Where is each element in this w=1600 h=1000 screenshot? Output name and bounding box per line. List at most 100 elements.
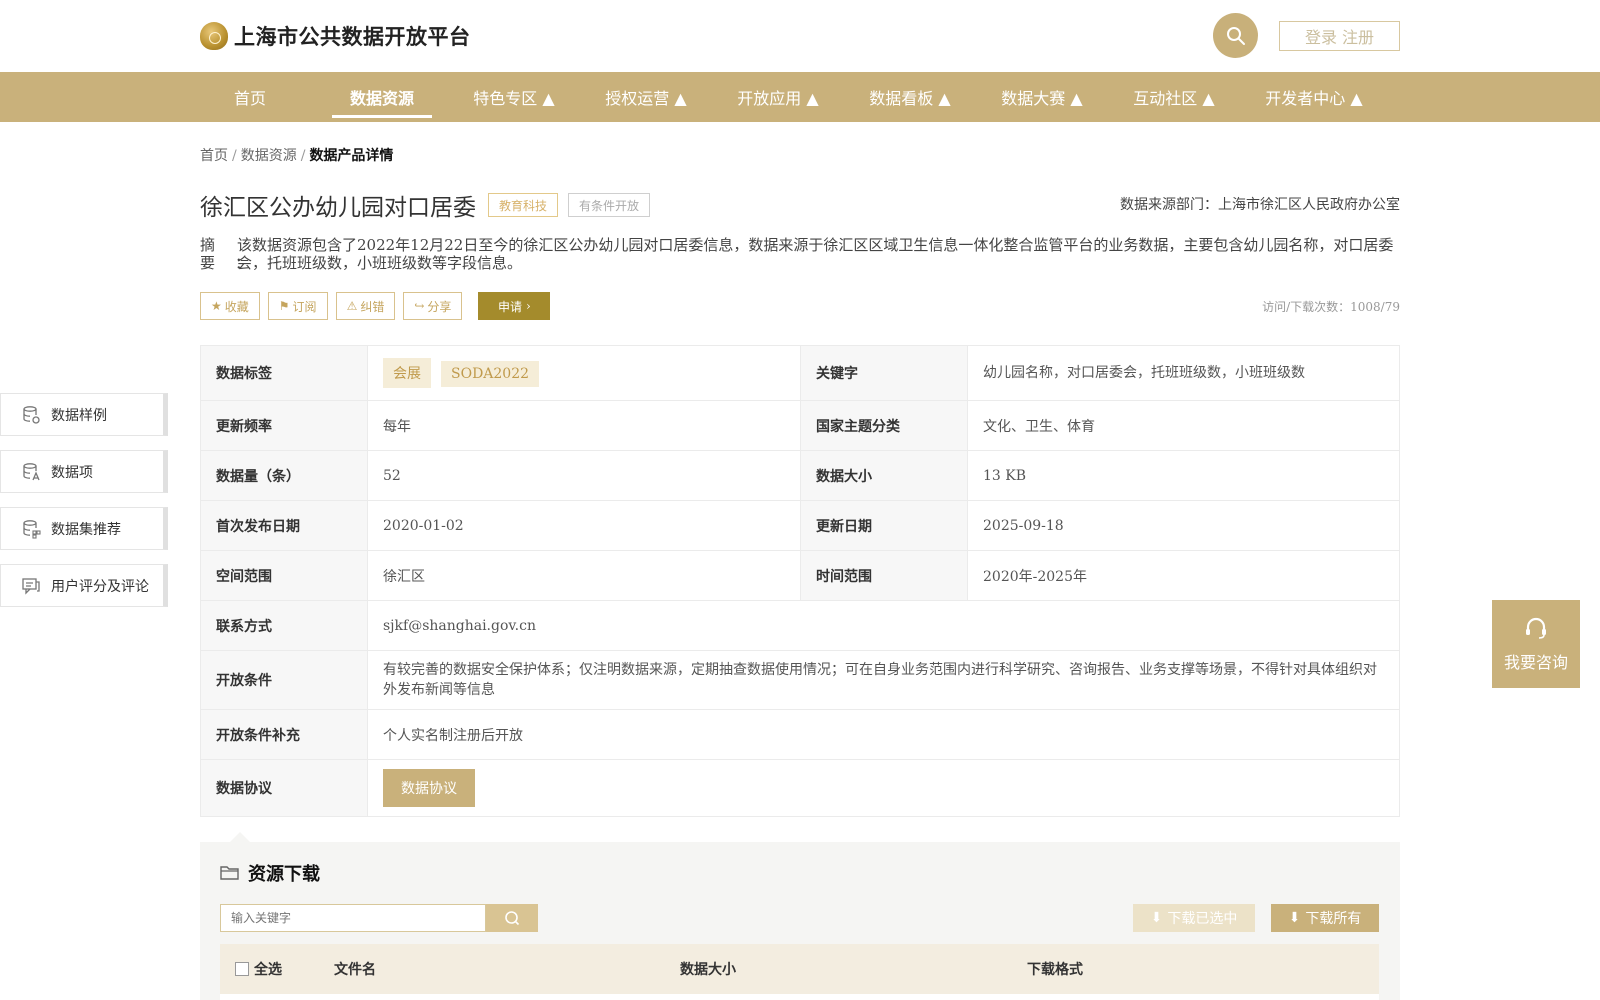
table-row: 空间范围 徐汇区 时间范围 2020年-2025年 (200, 550, 1400, 601)
table-row: 更新频率 每年 国家主题分类 文化、卫生、体育 (200, 400, 1400, 451)
visit-download-count: 访问/下载次数：1008/79 (1262, 300, 1400, 314)
breadcrumb-separator: / (300, 148, 306, 164)
database-icon (23, 405, 40, 424)
select-all-checkbox[interactable] (235, 962, 249, 976)
download-selected-label: 下载已选中 (1167, 911, 1238, 927)
site-logo[interactable]: 上海市公共数据开放平台 (200, 20, 471, 52)
share-label: 分享 (427, 299, 452, 314)
select-all-label: 全选 (254, 962, 282, 978)
consult-button[interactable]: 我要咨询 (1492, 600, 1580, 688)
logo-icon (200, 22, 228, 50)
keywords-value: 幼儿园名称，对口居委会，托班班级数，小班班级数 (967, 345, 1400, 401)
side-item-data-sample[interactable]: 数据样例 (0, 393, 168, 436)
comment-icon (22, 577, 40, 595)
nav-item-data-contest[interactable]: 数据大赛 ▲ (990, 72, 1094, 122)
nav-item-developer[interactable]: 开发者中心 ▲ (1254, 72, 1374, 122)
site-header: 上海市公共数据开放平台 登录 注册 (0, 0, 1600, 72)
frequency-label: 更新频率 (200, 400, 368, 451)
nav-item-data-dashboard[interactable]: 数据看板 ▲ (858, 72, 962, 122)
apply-label: 申请 (498, 299, 523, 314)
nav-item-open-apps[interactable]: 开放应用 ▲ (726, 72, 830, 122)
share-button[interactable]: ↪ 分享 (403, 292, 463, 320)
login-register-button[interactable]: 登录 注册 (1279, 21, 1400, 51)
main-nav: 首页 数据资源 特色专区 ▲ 授权运营 ▲ 开放应用 ▲ 数据看板 ▲ 数据大赛… (0, 72, 1600, 122)
chevron-right-icon: › (526, 299, 531, 313)
size-value: 13 KB (967, 450, 1400, 501)
table-row: 数据协议 数据协议 (200, 759, 1400, 817)
table-row: 数据标签 会展 SODA2022 关键字 幼儿园名称，对口居委会，托班班级数，小班… (200, 345, 1400, 401)
dataset-recommend-icon (23, 519, 41, 539)
search-icon (1226, 26, 1245, 45)
download-title-text: 资源下载 (248, 864, 320, 885)
open-condition-extra-label: 开放条件补充 (200, 709, 368, 760)
open-condition-value: 有较完善的数据安全保护体系；仅注明数据来源，定期抽查数据使用情况；可在自身业务范… (367, 650, 1400, 710)
side-item-data-fields[interactable]: 数据项 (0, 450, 168, 493)
correct-button[interactable]: ⚠ 纠错 (335, 292, 396, 320)
search-button[interactable] (1213, 13, 1258, 58)
nav-item-data-resources[interactable]: 数据资源 (332, 72, 432, 122)
star-icon: ★ (211, 299, 222, 313)
updated-label: 更新日期 (800, 500, 968, 551)
tags-cell: 会展 SODA2022 (367, 345, 801, 401)
tags-label: 数据标签 (200, 345, 368, 401)
col-filename: 文件名 (334, 962, 376, 978)
folder-icon (220, 866, 239, 880)
side-item-label: 用户评分及评论 (51, 578, 149, 595)
side-nav: 数据样例 数据项 数据集推荐 用户评分及评论 (0, 393, 168, 621)
open-type-tag: 有条件开放 (568, 193, 651, 217)
download-search-input[interactable] (220, 904, 486, 932)
side-item-label: 数据集推荐 (51, 521, 121, 538)
download-search-button[interactable] (486, 904, 538, 932)
table-row: 数据量（条） 52 数据大小 13 KB (200, 450, 1400, 501)
time-label: 时间范围 (800, 550, 968, 601)
theme-label: 国家主题分类 (800, 400, 968, 451)
time-value: 2020年-2025年 (967, 550, 1400, 601)
consult-label: 我要咨询 (1503, 653, 1568, 672)
first-publish-label: 首次发布日期 (200, 500, 368, 551)
col-format: 下载格式 (1027, 962, 1083, 978)
space-label: 空间范围 (200, 550, 368, 601)
protocol-label: 数据协议 (200, 759, 368, 817)
bookmark-icon: ⚑ (278, 299, 290, 313)
summary: 摘要： 该数据资源包含了2022年12月22日至今的徐汇区公办幼儿园对口居委信息… (200, 236, 1400, 272)
download-selected-button[interactable]: ⬇ 下载已选中 (1133, 904, 1255, 932)
protocol-button[interactable]: 数据协议 (383, 769, 475, 807)
table-row: 首次发布日期 2020-01-02 更新日期 2025-09-18 (200, 500, 1400, 551)
nav-item-home[interactable]: 首页 (200, 72, 300, 122)
breadcrumb-home[interactable]: 首页 (200, 148, 228, 164)
tag-chip[interactable]: SODA2022 (441, 361, 540, 387)
category-tag: 教育科技 (488, 193, 559, 217)
apply-button[interactable]: 申请 › (478, 292, 551, 320)
download-all-label: 下载所有 (1305, 911, 1362, 927)
open-condition-extra-value: 个人实名制注册后开放 (367, 709, 1400, 760)
select-all-cell: 全选 (235, 944, 282, 994)
frequency-value: 每年 (367, 400, 801, 451)
nav-item-special-zone[interactable]: 特色专区 ▲ (462, 72, 566, 122)
nav-item-community[interactable]: 互动社区 ▲ (1122, 72, 1226, 122)
correct-label: 纠错 (360, 299, 385, 314)
theme-value: 文化、卫生、体育 (967, 400, 1400, 451)
data-field-icon (23, 462, 40, 480)
side-item-user-comments[interactable]: 用户评分及评论 (0, 564, 168, 607)
warning-icon: ⚠ (346, 299, 358, 313)
count-label: 数据量（条） (200, 450, 368, 501)
subscribe-button[interactable]: ⚑ 订阅 (267, 292, 328, 320)
download-all-button[interactable]: ⬇ 下载所有 (1271, 904, 1379, 932)
side-item-dataset-recommend[interactable]: 数据集推荐 (0, 507, 168, 550)
download-icon: ⬇ (1150, 910, 1163, 926)
contact-value: sjkf@shanghai.gov.cn (367, 600, 1400, 651)
keywords-label: 关键字 (800, 345, 968, 401)
nav-item-authorized-ops[interactable]: 授权运营 ▲ (594, 72, 698, 122)
count-value: 52 (367, 450, 801, 501)
tag-chip[interactable]: 会展 (383, 358, 431, 388)
source-department: 数据来源部门：上海市徐汇区人民政府办公室 (1120, 197, 1400, 213)
page-title: 徐汇区公办幼儿园对口居委 (200, 195, 476, 221)
favorite-button[interactable]: ★ 收藏 (200, 292, 260, 320)
space-value: 徐汇区 (367, 550, 801, 601)
breadcrumb-data-resources[interactable]: 数据资源 (241, 148, 297, 164)
open-condition-label: 开放条件 (200, 650, 368, 710)
search-icon (505, 911, 520, 926)
breadcrumb-separator: / (232, 148, 237, 164)
table-row: 开放条件补充 个人实名制注册后开放 (200, 709, 1400, 760)
download-icon: ⬇ (1288, 910, 1301, 926)
